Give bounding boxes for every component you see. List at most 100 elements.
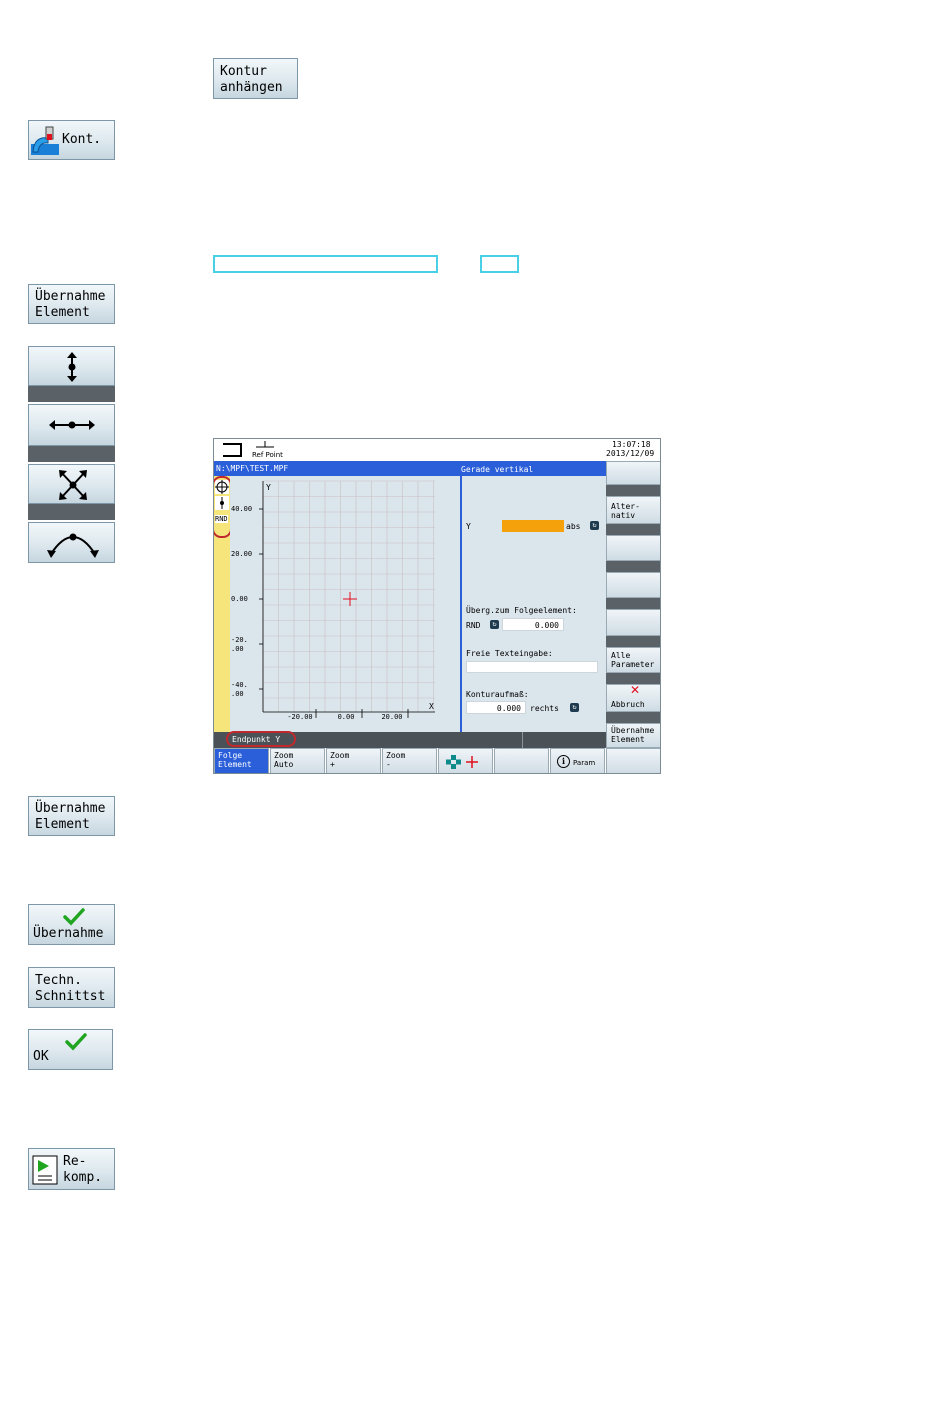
techn-schnittst-button[interactable]: Techn. Schnittst	[28, 967, 115, 1008]
button-label: OK	[33, 1049, 49, 1064]
uebernahme-button[interactable]: Übernahme	[28, 904, 115, 945]
zoom-minus-button[interactable]: Zoom -	[382, 748, 437, 773]
button-label: Abbruch	[611, 700, 645, 709]
button-label: Kontur anhängen	[220, 64, 283, 95]
x-tick-label: 20.00	[381, 713, 402, 721]
vsk-1[interactable]	[606, 461, 660, 485]
zoom-plus-button[interactable]: Zoom +	[326, 748, 381, 773]
button-label: Techn. Schnittst	[35, 973, 106, 1004]
alle-parameter-button[interactable]: Alle Parameter	[606, 647, 660, 673]
folge-element-button[interactable]: Folge Element	[214, 748, 269, 773]
softkey-separator	[28, 386, 115, 402]
softkey-separator	[606, 485, 660, 496]
y-tick-label: 20.00	[231, 550, 252, 558]
y-tick-label: .00	[231, 645, 244, 653]
checkmark-icon	[65, 1033, 87, 1056]
status-divider	[522, 732, 523, 748]
softkey-separator	[606, 561, 660, 572]
allowance-label: Konturaufmaß:	[466, 690, 529, 699]
horizontal-arrows-icon	[47, 415, 97, 440]
abort-x-icon: ✕	[630, 683, 641, 697]
pan-cross-icon	[445, 754, 485, 772]
allowance-value-field[interactable]: 0.000	[466, 701, 526, 714]
button-label: Übernahme Element	[611, 726, 655, 744]
ref-point-label: Ref Point	[252, 451, 283, 459]
y-mode: abs	[566, 522, 581, 531]
button-label: Re- komp.	[63, 1154, 103, 1185]
ok-button[interactable]: OK	[28, 1029, 113, 1070]
transition-value: 0.000	[534, 621, 559, 630]
softkey-separator	[28, 446, 115, 462]
hsk-6[interactable]	[494, 748, 549, 773]
transition-value-field[interactable]: 0.000	[502, 618, 564, 631]
contour-milling-icon	[30, 124, 60, 156]
transition-toggle-icon[interactable]: ↻	[490, 620, 499, 629]
allowance-value: 0.000	[496, 704, 521, 713]
free-text-field[interactable]	[466, 661, 598, 673]
zoom-auto-button[interactable]: Zoom Auto	[270, 748, 325, 773]
rekomp-button[interactable]: Re- komp.	[28, 1148, 115, 1190]
screen-header: Ref Point 13:07:18 2013/12/09	[214, 439, 660, 461]
operating-area-icon	[220, 442, 244, 460]
transition-type: RND	[466, 621, 481, 630]
button-label: Param	[573, 759, 596, 767]
info-icon: i	[557, 755, 570, 768]
uebernahme-element-screen-button[interactable]: Übernahme Element	[606, 723, 660, 748]
y-tick-label: -40.	[231, 681, 248, 689]
diagonal-direction-button[interactable]	[28, 464, 115, 504]
contour-graphic: YX40.0020.000.00-20..00-40..00-20.00 0.00…	[230, 476, 460, 732]
button-label: Alter- nativ	[611, 502, 640, 520]
free-text-label: Freie Texteingabe:	[466, 649, 553, 658]
vsk-4[interactable]	[606, 572, 660, 598]
button-label: Kont.	[62, 132, 102, 147]
softkey-separator	[606, 636, 660, 647]
uebernahme-element-button[interactable]: Übernahme Element	[28, 284, 115, 324]
horizontal-direction-button[interactable]	[28, 404, 115, 446]
button-label: Zoom -	[386, 751, 406, 769]
button-label: Übernahme Element	[35, 289, 106, 320]
kont-button[interactable]: Kont.	[28, 120, 115, 160]
y-label: Y	[466, 522, 471, 531]
y-input[interactable]	[502, 520, 564, 532]
y-tick-label: -20.	[231, 636, 248, 644]
softkey-separator	[606, 598, 660, 609]
program-path: N:\MPF\TEST.MPF	[216, 464, 289, 473]
y-tick-label: 40.00	[231, 505, 252, 513]
vsk-3[interactable]	[606, 535, 660, 561]
kontur-anhaengen-button[interactable]: Kontur anhängen	[213, 58, 298, 99]
x-tick-label: -20.00	[287, 713, 312, 721]
y-tick-label: 0.00	[231, 595, 248, 603]
parameter-form: Y abs ↻ Überg.zum Folgeelement: RND ↻ 0.…	[462, 476, 606, 732]
abbruch-button[interactable]: ✕ Abbruch	[606, 683, 660, 712]
button-label: Übernahme	[33, 926, 104, 941]
allowance-side-toggle-icon[interactable]: ↻	[570, 703, 579, 712]
y-tick-label: .00	[231, 690, 244, 698]
softkey-separator	[606, 712, 660, 723]
param-button[interactable]: i Param	[550, 748, 605, 773]
highlight-frame-wide	[213, 255, 438, 273]
softkey-separator	[28, 504, 115, 520]
clock-time: 13:07:18	[612, 440, 651, 449]
diagonal-arrows-icon	[57, 468, 89, 507]
clock-date: 2013/12/09	[606, 449, 655, 458]
allowance-side: rechts	[530, 704, 559, 713]
button-label: Alle Parameter	[611, 651, 655, 669]
hsk-8[interactable]	[606, 748, 660, 773]
vsk-5[interactable]	[606, 609, 660, 636]
button-label: Übernahme Element	[35, 801, 106, 832]
button-label: Zoom Auto	[274, 751, 294, 769]
uebernahme-element-button-2[interactable]: Übernahme Element	[28, 796, 115, 836]
contour-editor-screen: Ref Point 13:07:18 2013/12/09 N:\MPF\TES…	[213, 438, 661, 774]
alternativ-button[interactable]: Alter- nativ	[606, 496, 660, 524]
arc-direction-button[interactable]	[28, 522, 115, 563]
program-title-bar: N:\MPF\TEST.MPF Gerade vertikal	[214, 461, 606, 476]
button-label: Zoom +	[330, 751, 350, 769]
y-mode-toggle-icon[interactable]: ↻	[590, 521, 599, 530]
element-title: Gerade vertikal	[461, 465, 534, 474]
y-axis-label: Y	[266, 483, 271, 492]
vertical-direction-button[interactable]	[28, 346, 115, 386]
pan-button[interactable]	[438, 748, 493, 773]
status-hint-annotation	[226, 731, 296, 747]
transition-label: Überg.zum Folgeelement:	[466, 606, 577, 615]
button-label: Folge Element	[218, 751, 252, 769]
